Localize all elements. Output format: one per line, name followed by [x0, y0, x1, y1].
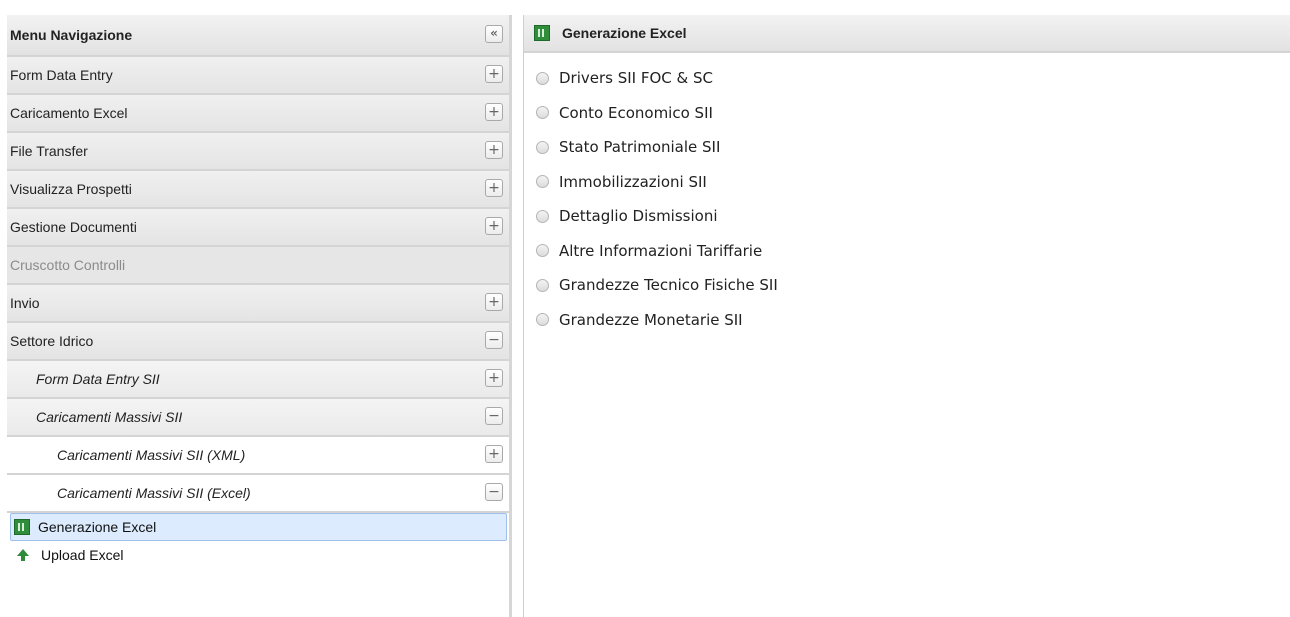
option-label: Grandezze Tecnico Fisiche SII — [559, 276, 778, 295]
expand-icon[interactable]: + — [485, 293, 503, 311]
nav-leaf-label: Upload Excel — [41, 547, 124, 563]
radio-button[interactable] — [536, 71, 549, 85]
nav-item-label: File Transfer — [10, 143, 88, 159]
option-dettaglio-dismissioni[interactable]: Dettaglio Dismissioni — [536, 199, 1290, 234]
nav-item-gestione-documenti[interactable]: Gestione Documenti + — [7, 209, 509, 247]
expand-icon[interactable]: + — [485, 369, 503, 387]
option-label: Stato Patrimoniale SII — [559, 138, 721, 157]
radio-button[interactable] — [536, 278, 549, 292]
radio-button[interactable] — [536, 175, 549, 189]
top-spacer — [0, 0, 1290, 11]
nav-item-label: Caricamenti Massivi SII (XML) — [57, 447, 246, 463]
nav-item-label: Cruscotto Controlli — [10, 257, 126, 273]
content-panel: Generazione Excel Drivers SII FOC & SC C… — [523, 15, 1290, 617]
nav-item-label: Invio — [10, 295, 40, 311]
content-header: Generazione Excel — [524, 15, 1290, 53]
nav-item-settore-idrico[interactable]: Settore Idrico − — [7, 323, 509, 361]
option-label: Conto Economico SII — [559, 103, 713, 122]
excel-icon — [14, 519, 30, 535]
nav-item-visualizza-prospetti[interactable]: Visualizza Prospetti + — [7, 171, 509, 209]
radio-button[interactable] — [536, 313, 549, 327]
nav-item-caricamento-excel[interactable]: Caricamento Excel + — [7, 95, 509, 133]
excel-icon — [534, 25, 550, 41]
nav-item-label: Form Data Entry — [10, 67, 113, 83]
collapse-icon[interactable]: − — [485, 331, 503, 349]
content-title: Generazione Excel — [562, 25, 687, 41]
nav-item-label: Form Data Entry SII — [36, 371, 160, 387]
option-grandezze-monetarie[interactable]: Grandezze Monetarie SII — [536, 303, 1290, 338]
nav-item-label: Settore Idrico — [10, 333, 94, 349]
nav-item-form-data-entry[interactable]: Form Data Entry + — [7, 57, 509, 95]
option-altre-informazioni[interactable]: Altre Informazioni Tariffarie — [536, 234, 1290, 269]
option-label: Immobilizzazioni SII — [559, 172, 707, 191]
upload-arrow-icon — [17, 548, 29, 561]
nav-item-invio[interactable]: Invio + — [7, 285, 509, 323]
nav-item-cruscotto-controlli: Cruscotto Controlli — [7, 247, 509, 285]
nav-leaf-label: Generazione Excel — [38, 519, 157, 535]
expand-icon[interactable]: + — [485, 217, 503, 235]
radio-button[interactable] — [536, 106, 549, 120]
option-immobilizzazioni[interactable]: Immobilizzazioni SII — [536, 165, 1290, 200]
option-label: Grandezze Monetarie SII — [559, 310, 743, 329]
radio-button[interactable] — [536, 209, 549, 223]
option-stato-patrimoniale[interactable]: Stato Patrimoniale SII — [536, 130, 1290, 165]
option-label: Altre Informazioni Tariffarie — [559, 241, 763, 260]
expand-icon[interactable]: + — [485, 179, 503, 197]
nav-subitem-form-data-entry-sii[interactable]: Form Data Entry SII + — [7, 361, 509, 399]
option-label: Dettaglio Dismissioni — [559, 207, 718, 226]
option-grandezze-tecnico-fisiche[interactable]: Grandezze Tecnico Fisiche SII — [536, 268, 1290, 303]
nav-item-label: Visualizza Prospetti — [10, 181, 132, 197]
nav-subitem-caricamenti-massivi-excel[interactable]: Caricamenti Massivi SII (Excel) − — [7, 475, 509, 513]
expand-icon[interactable]: + — [485, 141, 503, 159]
nav-header: Menu Navigazione « — [7, 15, 509, 57]
collapse-panel-icon[interactable]: « — [485, 25, 503, 43]
collapse-icon[interactable]: − — [485, 483, 503, 501]
radio-button[interactable] — [536, 140, 549, 154]
nav-item-label: Caricamento Excel — [10, 105, 128, 121]
expand-icon[interactable]: + — [485, 103, 503, 121]
expand-icon[interactable]: + — [485, 445, 503, 463]
nav-item-label: Caricamenti Massivi SII (Excel) — [57, 485, 251, 501]
nav-subitem-caricamenti-massivi-sii[interactable]: Caricamenti Massivi SII − — [7, 399, 509, 437]
nav-title: Menu Navigazione — [10, 27, 133, 43]
radio-button[interactable] — [536, 244, 549, 258]
collapse-icon[interactable]: − — [485, 407, 503, 425]
option-conto-economico[interactable]: Conto Economico SII — [536, 96, 1290, 131]
nav-item-label: Caricamenti Massivi SII — [36, 409, 183, 425]
nav-subitem-caricamenti-massivi-xml[interactable]: Caricamenti Massivi SII (XML) + — [7, 437, 509, 475]
nav-item-label: Gestione Documenti — [10, 219, 137, 235]
report-options: Drivers SII FOC & SC Conto Economico SII… — [524, 53, 1290, 337]
navigation-menu: Menu Navigazione « Form Data Entry + Car… — [7, 15, 512, 617]
nav-leaf-upload-excel[interactable]: Upload Excel — [7, 541, 509, 569]
option-label: Drivers SII FOC & SC — [559, 69, 714, 88]
option-drivers-sii[interactable]: Drivers SII FOC & SC — [536, 61, 1290, 96]
nav-leaf-generazione-excel[interactable]: Generazione Excel — [10, 513, 507, 541]
nav-item-file-transfer[interactable]: File Transfer + — [7, 133, 509, 171]
expand-icon[interactable]: + — [485, 65, 503, 83]
